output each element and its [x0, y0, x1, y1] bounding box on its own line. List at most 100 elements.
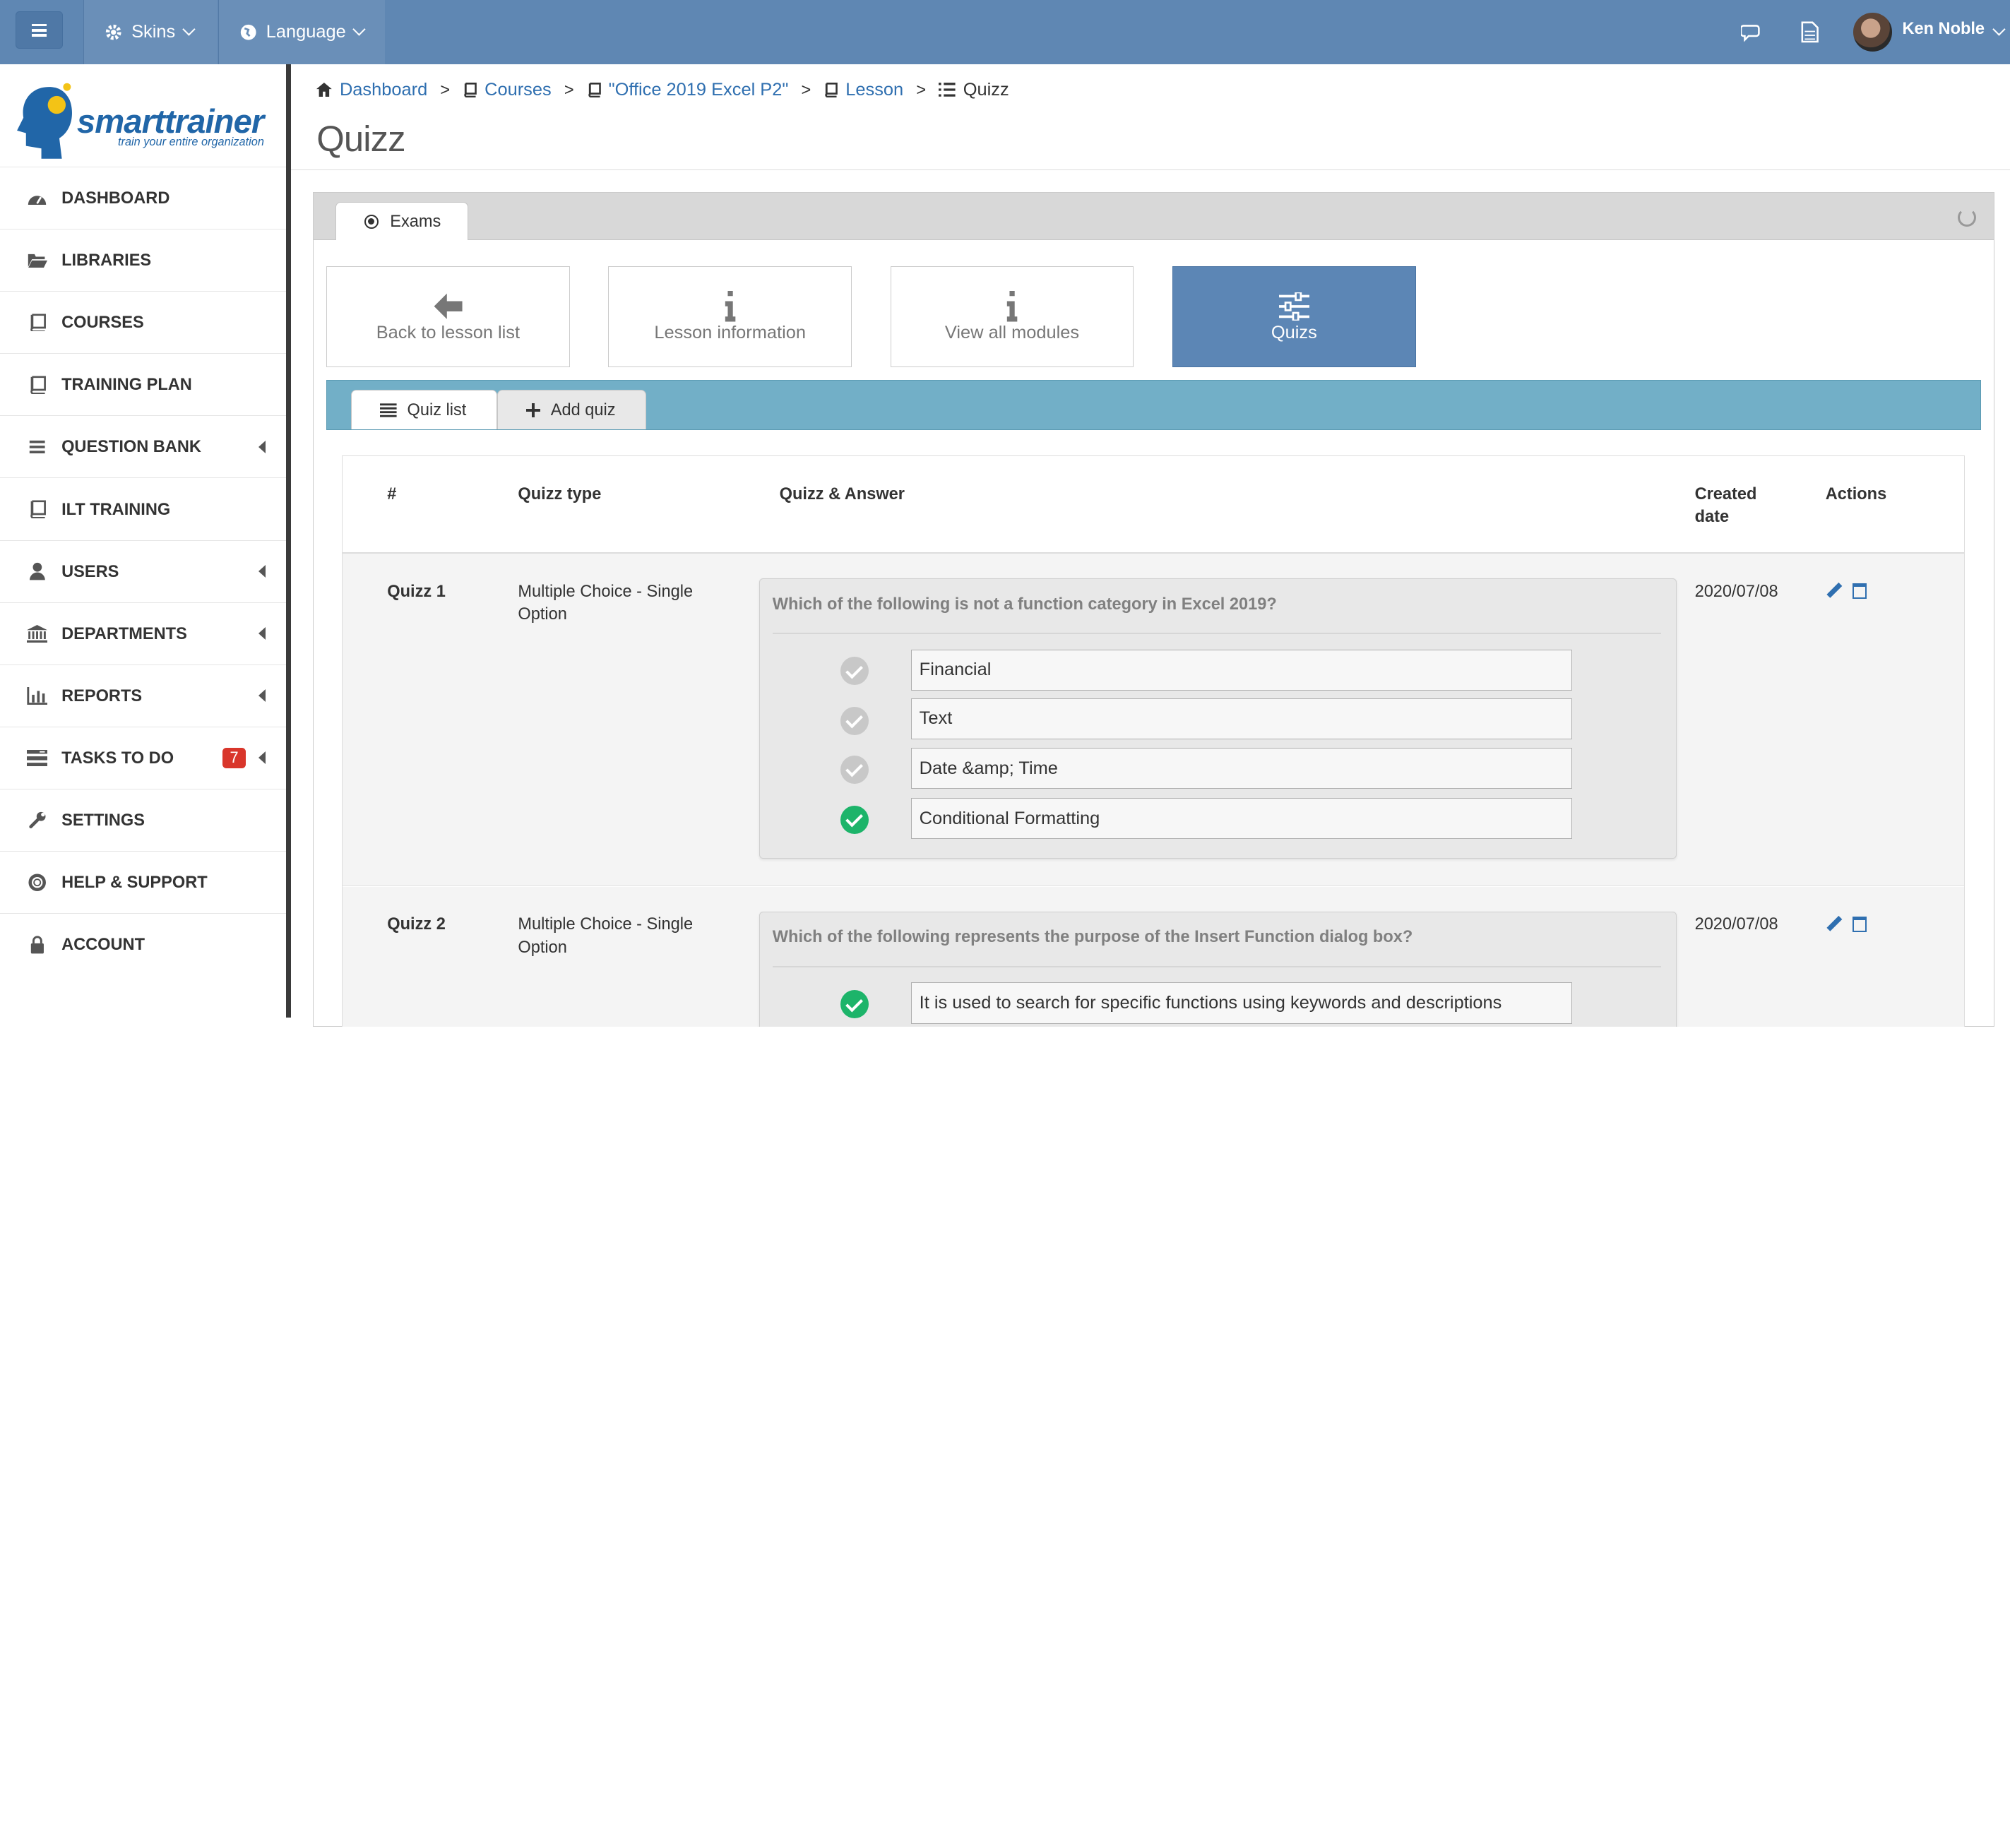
caret-left-icon — [258, 565, 266, 578]
top-navbar: Skins Language Ken Noble — [0, 0, 2010, 64]
sidebar-item-label: DEPARTMENTS — [61, 624, 187, 643]
divider — [291, 169, 2010, 171]
sidebar-item-departments[interactable]: DEPARTMENTS — [0, 602, 286, 664]
user-name: Ken Noble — [1902, 19, 1985, 38]
messages-button[interactable] — [1740, 0, 1769, 64]
skins-menu[interactable]: Skins — [83, 0, 218, 64]
info-icon — [1006, 290, 1018, 323]
divider — [772, 965, 1661, 967]
book-icon — [25, 500, 49, 518]
answer-option: Conditional Formatting — [910, 798, 1573, 840]
question-text: Which of the following represents the pu… — [772, 927, 1413, 946]
sidebar-item-label: REPORTS — [61, 686, 143, 705]
logo[interactable]: smarttrainer train your entire organizat… — [0, 64, 286, 167]
book-icon — [588, 83, 601, 97]
sliders-icon — [1278, 290, 1310, 323]
exams-panel: Exams Back to lesson list Lesson informa… — [312, 192, 1995, 1027]
caret-left-icon — [258, 751, 266, 765]
main-content: Dashboard > Courses > "Office 2019 Excel… — [291, 64, 2010, 1027]
bank-icon — [25, 624, 49, 643]
sidebar-item-label: HELP & SUPPORT — [61, 873, 208, 892]
edit-icon[interactable] — [1827, 917, 1843, 932]
user-menu[interactable]: Ken Noble — [1902, 19, 2006, 38]
list-icon — [939, 83, 956, 97]
sidebar-item-label: DASHBOARD — [61, 188, 170, 207]
refresh-icon[interactable] — [1957, 208, 1976, 227]
question-card: Which of the following represents the pu… — [759, 911, 1677, 1027]
tab-add-quiz[interactable]: Add quiz — [497, 389, 646, 430]
chevron-down-icon — [182, 23, 196, 36]
created-date: 2020/07/08 — [1694, 581, 1778, 600]
tab-quiz-list-label: Quiz list — [407, 400, 467, 419]
lesson-information-button[interactable]: Lesson information — [608, 266, 852, 368]
breadcrumb-courses[interactable]: Courses — [484, 80, 552, 100]
correct-answer-icon — [840, 990, 869, 1019]
breadcrumb-course[interactable]: "Office 2019 Excel P2" — [609, 80, 789, 100]
sidebar-item-settings[interactable]: SETTINGS — [0, 789, 286, 851]
wrench-icon — [25, 811, 49, 829]
book-icon — [25, 314, 49, 332]
back-to-lesson-list-label: Back to lesson list — [376, 323, 521, 343]
sidebar-item-users[interactable]: USERS — [0, 540, 286, 602]
answer-option: Date &amp; Time — [910, 748, 1573, 789]
tab-exams[interactable]: Exams — [335, 201, 469, 241]
sidebar-item-training-plan[interactable]: TRAINING PLAN — [0, 353, 286, 415]
breadcrumb-current: Quizz — [963, 79, 1009, 100]
breadcrumb: Dashboard > Courses > "Office 2019 Excel… — [316, 80, 1009, 100]
breadcrumb-lesson[interactable]: Lesson — [845, 80, 903, 100]
correct-answer-icon — [840, 805, 869, 834]
quiz-type-line1: Multiple Choice - Single — [518, 581, 694, 600]
breadcrumb-dashboard[interactable]: Dashboard — [340, 80, 427, 100]
tab-quiz-list[interactable]: Quiz list — [351, 389, 498, 430]
row-actions — [1827, 583, 1867, 599]
sidebar-item-courses[interactable]: COURSES — [0, 291, 286, 353]
skins-label: Skins — [131, 21, 176, 42]
answer-option: Text — [910, 698, 1573, 739]
language-label: Language — [266, 21, 346, 42]
chevron-down-icon — [352, 23, 366, 36]
row-actions — [1827, 916, 1867, 932]
book-icon — [464, 83, 477, 97]
column-header-created-date: Created date — [1695, 482, 1757, 528]
sidebar-item-tasks-to-do[interactable]: TASKS TO DO 7 — [0, 726, 286, 789]
quizs-label: Quizs — [1271, 323, 1317, 343]
sidebar-item-libraries[interactable]: LIBRARIES — [0, 229, 286, 291]
sidebar-item-account[interactable]: ACCOUNT — [0, 913, 286, 975]
trash-icon[interactable] — [1852, 916, 1867, 932]
tasks-icon — [25, 749, 49, 767]
info-icon — [724, 290, 737, 323]
breadcrumb-separator: > — [916, 80, 927, 99]
tab-exams-label: Exams — [390, 212, 441, 231]
back-to-lesson-list-button[interactable]: Back to lesson list — [326, 266, 570, 368]
globe-icon — [240, 24, 256, 40]
sidebar-item-help-support[interactable]: HELP & SUPPORT — [0, 851, 286, 913]
language-menu[interactable]: Language — [218, 0, 386, 64]
hamburger-icon — [31, 23, 47, 37]
list-icon — [25, 438, 49, 455]
edit-icon[interactable] — [1827, 583, 1843, 599]
sidebar-item-reports[interactable]: REPORTS — [0, 664, 286, 727]
question-text: Which of the following is not a function… — [772, 594, 1277, 613]
avatar[interactable] — [1853, 13, 1892, 52]
sidebar-item-label: ILT TRAINING — [61, 499, 171, 518]
caret-left-icon — [258, 689, 266, 703]
caret-left-icon — [258, 440, 266, 453]
dashboard-icon — [25, 189, 49, 207]
quiz-tabbar: Quiz list Add quiz — [326, 380, 1982, 431]
column-header-created-line1: Created — [1694, 484, 1757, 503]
documents-button[interactable] — [1801, 0, 1826, 64]
trash-icon[interactable] — [1852, 583, 1867, 599]
sidebar-item-label: COURSES — [61, 313, 144, 332]
sidebar-toggle-button[interactable] — [15, 11, 64, 49]
view-all-modules-button[interactable]: View all modules — [890, 266, 1134, 368]
sidebar-item-dashboard[interactable]: DASHBOARD — [0, 166, 286, 229]
tasks-count-badge: 7 — [222, 747, 246, 769]
column-header-created-line2: date — [1694, 507, 1730, 526]
list-icon — [380, 403, 397, 417]
document-icon — [1801, 21, 1819, 43]
quizs-button[interactable]: Quizs — [1172, 266, 1416, 368]
dot-circle-icon — [364, 214, 379, 229]
table-row: Quizz 2 Multiple Choice - Single Option … — [342, 887, 1964, 1027]
sidebar-item-ilt-training[interactable]: ILT TRAINING — [0, 477, 286, 540]
sidebar-item-question-bank[interactable]: QUESTION BANK — [0, 415, 286, 477]
